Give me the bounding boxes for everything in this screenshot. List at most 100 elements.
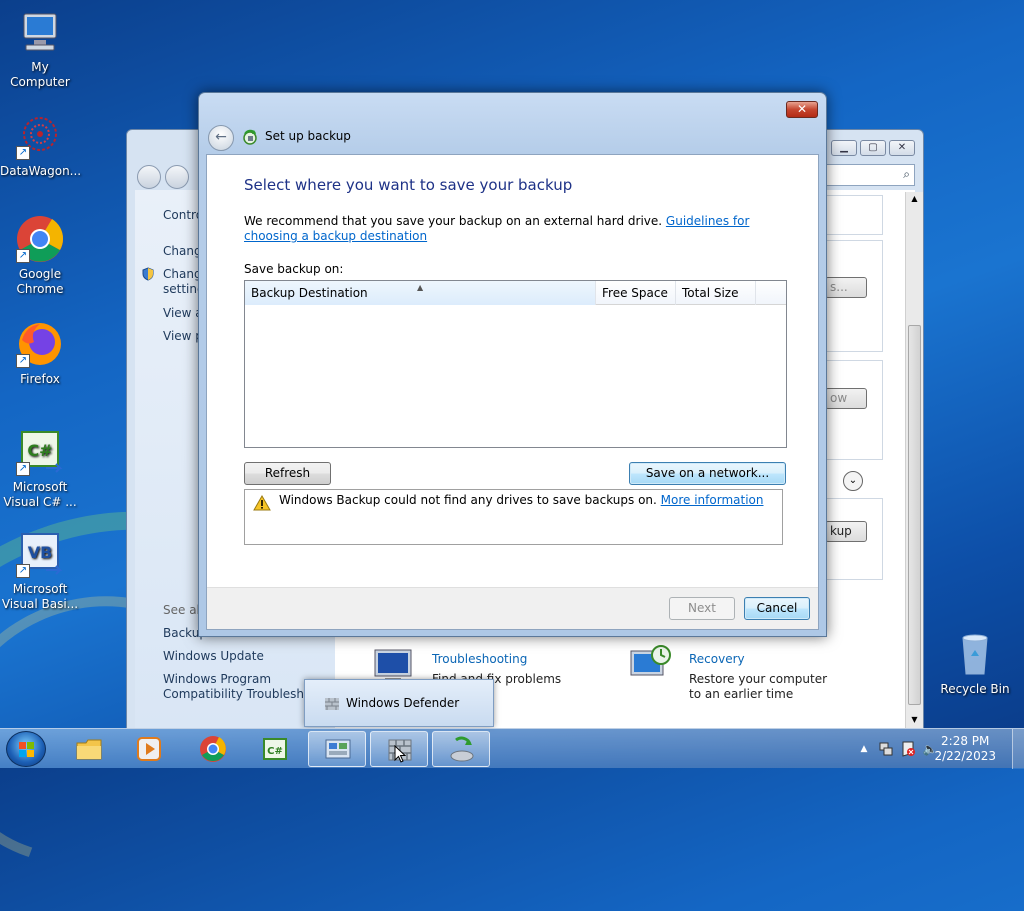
svg-text:VB: VB (28, 543, 53, 562)
vertical-scrollbar[interactable]: ▲ ▼ (905, 192, 923, 728)
see-also-link[interactable]: Windows Update (163, 649, 264, 663)
backup-icon (243, 129, 257, 145)
column-label: Total Size (682, 286, 739, 300)
column-label: Free Space (602, 286, 668, 300)
backup-now-button[interactable]: ow (825, 388, 867, 409)
shortcut-arrow-icon: ↗ (16, 462, 30, 476)
column-header-free-space[interactable]: Free Space (596, 281, 676, 305)
forward-button[interactable] (165, 165, 189, 189)
save-on-network-button[interactable]: Save on a network... (629, 462, 786, 485)
left-pane-item[interactable]: Chang setting (163, 267, 205, 297)
column-label: Backup Destination (251, 286, 368, 300)
close-button[interactable]: ✕ (786, 101, 818, 118)
uac-shield-icon (141, 267, 155, 281)
more-information-link[interactable]: More information (661, 493, 764, 507)
visual-basic-icon: VB ↗ (16, 530, 64, 578)
column-header-backup-destination[interactable]: ▲ Backup Destination (245, 281, 596, 305)
desktop-icon-label: DataWagon... (0, 164, 82, 178)
backup-icon (450, 736, 474, 762)
chrome-icon (200, 736, 226, 762)
windows-logo-icon (19, 742, 34, 757)
desktop-icon-recycle-bin[interactable]: Recycle Bin (935, 630, 1015, 697)
svg-text:C#: C# (27, 441, 52, 460)
desktop-icon-label: Microsoft Visual C# ... (3, 480, 77, 509)
recommendation-text: We recommend that you save your backup o… (244, 214, 804, 244)
mouse-cursor-icon (394, 745, 406, 763)
network-icon[interactable] (878, 741, 894, 757)
save-backup-on-label: Save backup on: (244, 262, 344, 276)
settings-button[interactable]: s... (825, 277, 867, 298)
show-hidden-icons-button[interactable]: ▲ (856, 741, 872, 757)
clock-time: 2:28 PM (941, 734, 990, 748)
taskbar-control-panel[interactable] (308, 731, 366, 767)
next-button[interactable]: Next (669, 597, 735, 620)
left-pane-item[interactable]: View p (163, 329, 203, 343)
taskbar-chrome[interactable] (184, 731, 242, 767)
taskbar-media-player[interactable] (120, 731, 178, 767)
content-box (825, 195, 883, 235)
desktop-icon-chrome[interactable]: ↗ Google Chrome (0, 215, 80, 297)
warning-box: Windows Backup could not find any drives… (244, 489, 783, 545)
show-desktop-button[interactable] (1012, 729, 1024, 769)
warning-message: Windows Backup could not find any drives… (279, 493, 763, 507)
content-box (825, 360, 883, 460)
recovery-description: Restore your computer to an earlier time (689, 672, 828, 701)
shortcut-arrow-icon: ↗ (16, 249, 30, 263)
shortcut-arrow-icon: ↗ (16, 146, 30, 160)
shortcut-arrow-icon: ↗ (16, 354, 30, 368)
cancel-button[interactable]: Cancel (744, 597, 810, 620)
column-header-total-size[interactable]: Total Size (676, 281, 756, 305)
taskbar-explorer[interactable] (60, 731, 118, 767)
recycle-bin-icon (951, 630, 999, 678)
system-tray: ▲ 🔈 2:28 PM 2/22/2023 (834, 729, 1024, 769)
svg-text:C#: C# (267, 746, 283, 757)
backup-button[interactable]: kup (825, 521, 867, 542)
recovery-link[interactable]: Recovery (689, 652, 745, 666)
left-pane-item[interactable]: Chang (163, 244, 202, 258)
warning-icon (253, 495, 271, 511)
warning-text: Windows Backup could not find any drives… (279, 493, 661, 507)
desktop-icon-visual-csharp[interactable]: C# ↗ Microsoft Visual C# ... (0, 428, 80, 510)
refresh-button[interactable]: Refresh (244, 462, 331, 485)
firefox-icon: ↗ (16, 320, 64, 368)
desktop-icon-datawagon[interactable]: ↗ DataWagon... (0, 112, 82, 179)
setup-backup-dialog[interactable]: ✕ ← Set up backup Select where you want … (198, 92, 827, 637)
backup-destination-list[interactable]: ▲ Backup Destination Free Space Total Si… (244, 280, 787, 448)
chevron-down-icon[interactable]: ⌄ (843, 471, 863, 491)
tooltip-text: Windows Defender (346, 696, 460, 710)
start-button[interactable] (6, 731, 46, 767)
windows-defender-icon (325, 698, 339, 710)
shortcut-arrow-icon: ↗ (16, 564, 30, 578)
maximize-button[interactable]: ▢ (860, 140, 886, 156)
close-button[interactable]: ✕ (889, 140, 915, 156)
taskbar-visual-csharp[interactable]: C# (246, 731, 304, 767)
control-panel-icon (325, 739, 351, 759)
desktop-icon-label: Firefox (20, 372, 60, 386)
clock[interactable]: 2:28 PM 2/22/2023 (934, 734, 996, 764)
back-button[interactable] (137, 165, 161, 189)
dialog-title: Set up backup (265, 129, 351, 143)
desktop-icon-visual-basic[interactable]: VB ↗ Microsoft Visual Basi... (0, 530, 80, 612)
troubleshooting-link[interactable]: Troubleshooting (432, 652, 527, 666)
taskbar-tooltip[interactable]: Windows Defender (304, 679, 494, 727)
clock-date: 2/22/2023 (934, 749, 996, 763)
desktop-icon-label: Microsoft Visual Basi... (1, 582, 79, 611)
recovery-icon (630, 645, 671, 676)
scrollbar-thumb[interactable] (908, 325, 921, 705)
left-pane-item[interactable]: View a (163, 306, 203, 320)
desktop-icon-label: My Computer (10, 60, 70, 89)
search-input[interactable]: ⌕ (825, 164, 915, 186)
back-arrow-icon[interactable]: ← (208, 125, 234, 151)
desktop-icon-label: Google Chrome (16, 267, 64, 296)
taskbar-backup[interactable] (432, 731, 490, 767)
taskbar: C# ▲ 🔈 2:28 PM 2/22/2023 (0, 728, 1024, 769)
action-center-icon[interactable] (900, 741, 916, 757)
minimize-button[interactable]: ▁ (831, 140, 857, 156)
computer-icon (16, 8, 64, 56)
datawagon-icon: ↗ (16, 112, 64, 160)
desktop-icon-my-computer[interactable]: My Computer (0, 8, 80, 90)
chrome-icon: ↗ (16, 215, 64, 263)
scroll-up-icon[interactable]: ▲ (906, 194, 923, 203)
desktop-icon-firefox[interactable]: ↗ Firefox (0, 320, 80, 387)
scroll-down-icon[interactable]: ▼ (906, 715, 923, 724)
